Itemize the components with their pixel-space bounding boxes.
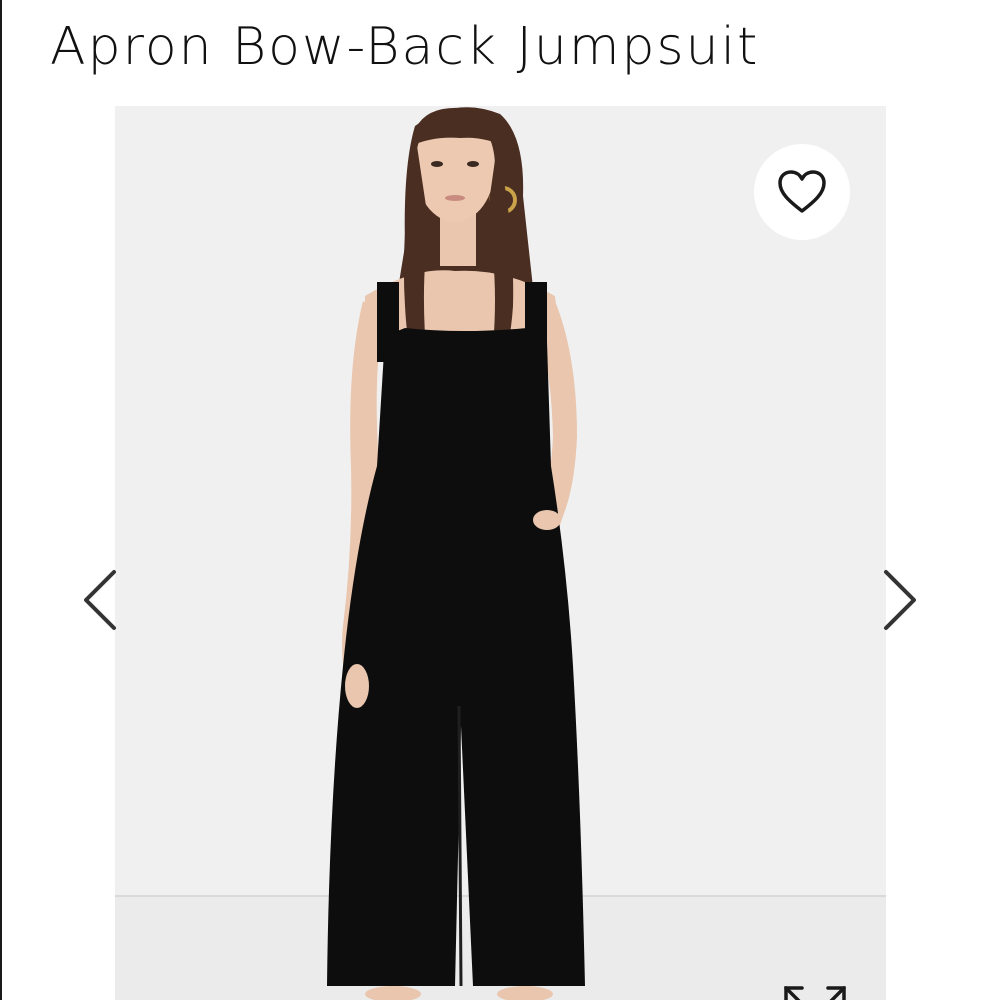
product-image-carousel bbox=[0, 106, 1000, 1000]
product-photo-illustration bbox=[115, 106, 886, 1000]
previous-image-button[interactable] bbox=[80, 568, 120, 632]
chevron-right-icon bbox=[884, 570, 916, 630]
expand-image-button[interactable] bbox=[780, 982, 850, 1000]
next-image-button[interactable] bbox=[880, 568, 920, 632]
expand-arrows-icon bbox=[784, 986, 846, 1000]
chevron-left-icon bbox=[84, 570, 116, 630]
favorite-button[interactable] bbox=[754, 144, 850, 240]
product-title: Apron Bow-Back Jumpsuit bbox=[50, 16, 760, 77]
product-image[interactable] bbox=[115, 106, 886, 1000]
product-page: Apron Bow-Back Jumpsuit bbox=[0, 0, 1000, 1000]
heart-outline-icon bbox=[778, 170, 826, 213]
